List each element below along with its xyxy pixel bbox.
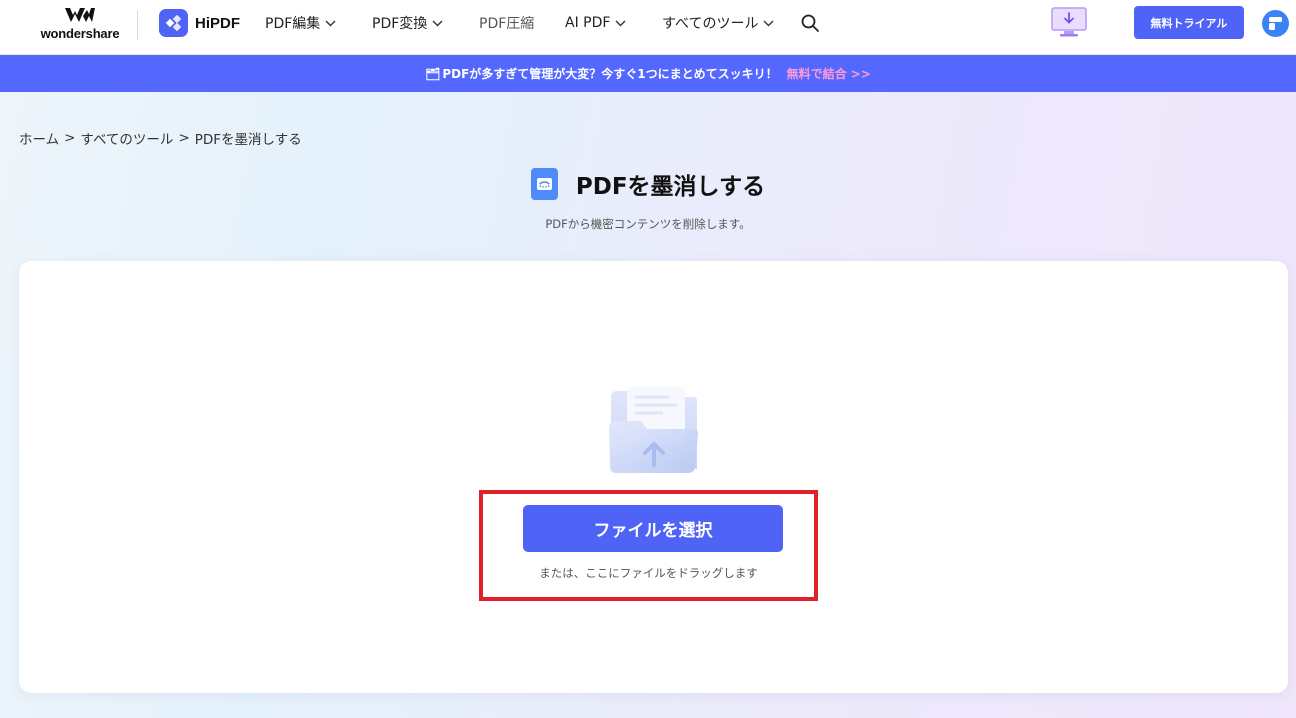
wondershare-logo[interactable]: wondershare xyxy=(38,6,122,46)
redact-tool-icon xyxy=(530,168,558,200)
breadcrumb-all-tools[interactable]: すべてのツール xyxy=(80,128,173,148)
folder-upload-icon xyxy=(609,387,699,473)
hipdf-logo-icon xyxy=(159,9,188,37)
chevron-down-icon xyxy=(615,20,626,26)
nav-pdf-compress[interactable]: PDF圧縮 xyxy=(479,13,534,33)
hipdf-wordmark: HiPDF xyxy=(195,14,240,32)
drag-drop-hint: または、ここにファイルをドラッグします xyxy=(539,566,758,580)
upload-dropzone[interactable]: ファイルを選択 または、ここにファイルをドラッグします xyxy=(19,261,1288,693)
desktop-download-icon[interactable] xyxy=(1050,7,1088,39)
nav-pdf-edit[interactable]: PDF編集 xyxy=(265,13,336,33)
nav-pdf-convert[interactable]: PDF変換 xyxy=(372,13,443,33)
nav-pdf-convert-label: PDF変換 xyxy=(372,16,428,32)
breadcrumb-separator: > xyxy=(64,130,76,146)
free-trial-button[interactable]: 無料トライアル xyxy=(1134,6,1244,39)
nav-all-tools[interactable]: すべてのツール xyxy=(662,13,774,33)
promo-banner[interactable]: 🗂 PDFが多すぎて管理が大変？今すぐ1つにまとめてスッキリ！ 無料で結合 >> xyxy=(0,55,1296,92)
nav-all-tools-label: すべてのツール xyxy=(662,16,759,32)
breadcrumb-separator: > xyxy=(178,130,190,146)
user-avatar-icon[interactable] xyxy=(1262,10,1289,37)
nav-divider xyxy=(137,10,138,40)
hipdf-logo[interactable]: HiPDF xyxy=(159,9,240,37)
folder-emoji-icon: 🗂 xyxy=(425,66,441,81)
promo-banner-link[interactable]: 無料で結合 >> xyxy=(787,65,871,82)
breadcrumb-current: PDFを墨消しする xyxy=(194,132,302,148)
hero-section: ホーム > すべてのツール > PDFを墨消しする PDFを墨消しする PDFか… xyxy=(0,92,1296,718)
wondershare-wordmark: wondershare xyxy=(40,26,120,41)
nav-ai-pdf[interactable]: AI PDF xyxy=(565,13,626,33)
wondershare-mark-icon xyxy=(65,8,95,22)
breadcrumb: ホーム > すべてのツール > PDFを墨消しする xyxy=(19,128,302,148)
page-title-row: PDFを墨消しする xyxy=(0,168,1296,200)
nav-pdf-edit-label: PDF編集 xyxy=(265,16,321,32)
page-subtitle: PDFから機密コンテンツを削除します。 xyxy=(545,217,751,231)
select-file-button[interactable]: ファイルを選択 xyxy=(523,505,783,552)
page-title: PDFを墨消しする xyxy=(575,174,766,200)
nav-pdf-compress-label: PDF圧縮 xyxy=(479,16,535,32)
nav-ai-pdf-label: AI PDF xyxy=(565,15,611,31)
chevron-down-icon xyxy=(432,20,443,26)
chevron-down-icon xyxy=(325,20,336,26)
search-icon[interactable] xyxy=(800,13,820,33)
breadcrumb-home[interactable]: ホーム xyxy=(19,128,59,148)
top-nav: wondershare HiPDF PDF編集 PDF変換 PDF圧縮 AI P… xyxy=(0,0,1296,55)
chevron-down-icon xyxy=(763,20,774,26)
promo-banner-text: PDFが多すぎて管理が大変？今すぐ1つにまとめてスッキリ！ xyxy=(442,67,778,81)
